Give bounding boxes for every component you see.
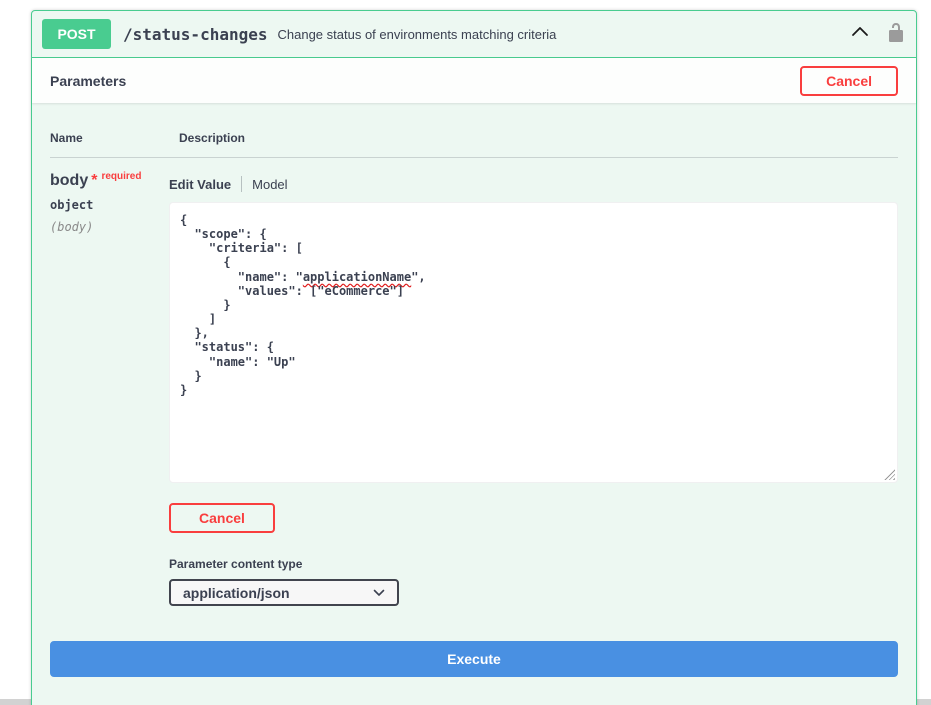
parameters-title: Parameters [50, 73, 126, 89]
json-segment: { "scope": { "criteria": [ { "name": " [180, 213, 303, 284]
execute-wrapper: Execute [32, 606, 916, 685]
cancel-button-editor[interactable]: Cancel [169, 503, 275, 533]
cancel-button-top[interactable]: Cancel [800, 66, 898, 96]
execute-button[interactable]: Execute [50, 641, 898, 677]
parameter-type: object [50, 198, 169, 212]
parameter-name: body* required [50, 172, 169, 190]
http-method-badge: POST [42, 19, 111, 49]
tab-model[interactable]: Model [252, 177, 287, 192]
json-misspelled-word: applicationName [303, 270, 411, 284]
tab-edit-value[interactable]: Edit Value [169, 177, 231, 192]
unlocked-padlock-icon[interactable] [886, 22, 906, 47]
content-type-selected: application/json [183, 585, 290, 601]
chevron-up-icon[interactable] [850, 23, 870, 46]
parameter-name-cell: body* required object (body) [50, 172, 169, 606]
column-header-name: Name [50, 131, 179, 145]
table-header-row: Name Description [50, 119, 898, 158]
request-body-json: { "scope": { "criteria": [ { "name": "ap… [180, 213, 887, 397]
parameter-in: (body) [50, 220, 169, 234]
endpoint-description: Change status of environments matching c… [278, 27, 557, 42]
required-label: required [101, 171, 141, 182]
column-header-description: Description [179, 131, 245, 145]
editor-tabs: Edit Value Model [169, 176, 898, 192]
request-body-textarea[interactable]: { "scope": { "criteria": [ { "name": "ap… [169, 202, 898, 483]
chevron-down-icon [373, 589, 385, 597]
operation-block-post: POST /status-changes Change status of en… [31, 10, 917, 705]
parameter-name-text: body [50, 172, 88, 189]
operation-summary[interactable]: POST /status-changes Change status of en… [32, 11, 916, 58]
parameter-description-cell: Edit Value Model { "scope": { "criteria"… [169, 172, 898, 606]
parameter-row-body: body* required object (body) Edit Value M… [50, 158, 898, 606]
parameters-section-header: Parameters Cancel [32, 58, 916, 103]
content-type-select[interactable]: application/json [169, 579, 399, 606]
content-type-label: Parameter content type [169, 557, 898, 571]
textarea-resize-grip[interactable] [884, 469, 895, 480]
required-star: * [91, 172, 97, 189]
tab-separator [241, 176, 242, 192]
parameters-table: Name Description body* required object (b… [32, 103, 916, 606]
endpoint-path: /status-changes [123, 25, 268, 44]
json-segment: ", "values": ["eCommerce"] } ] }, "statu… [180, 270, 426, 397]
